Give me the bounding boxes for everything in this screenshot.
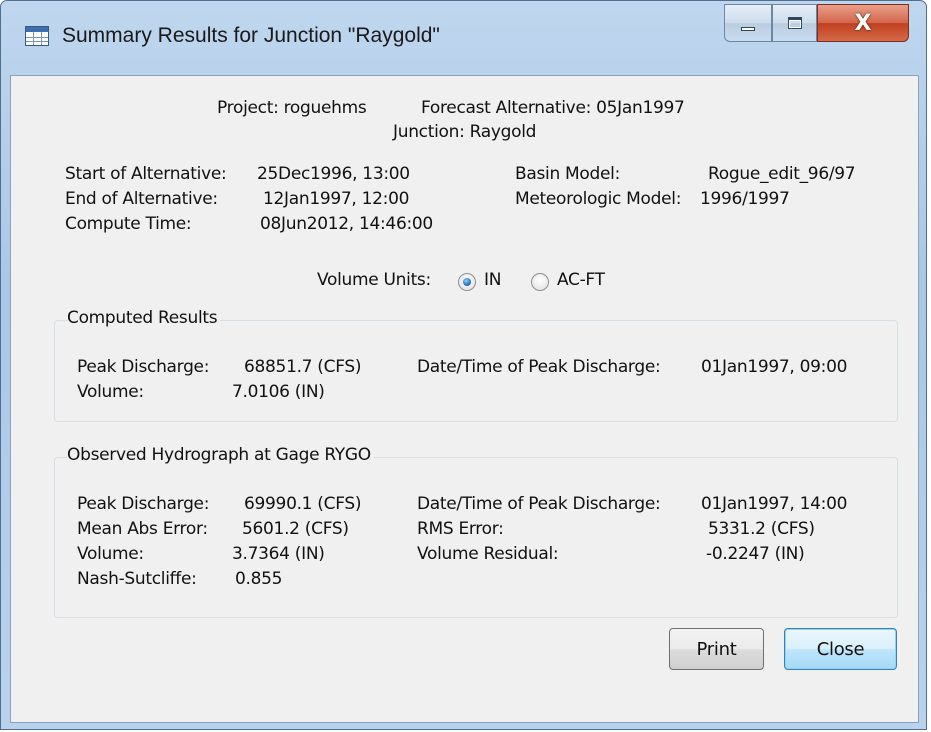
computed-results-title: Computed Results	[67, 308, 221, 328]
computed-peak-time-label: Date/Time of Peak Discharge:	[417, 357, 661, 377]
end-of-alternative-value: 12Jan1997, 12:00	[263, 189, 410, 209]
meteorologic-model-label: Meteorologic Model:	[515, 189, 682, 209]
observed-peak-time-value: 01Jan1997, 14:00	[701, 494, 848, 514]
volume-units-in-label[interactable]: IN	[484, 270, 501, 290]
computed-peak-time-value: 01Jan1997, 09:00	[701, 357, 848, 377]
computed-peak-discharge-value: 68851.7 (CFS)	[244, 357, 362, 377]
observed-peak-discharge-value: 69990.1 (CFS)	[244, 494, 362, 514]
volume-residual-label: Volume Residual:	[417, 544, 559, 564]
dialog-body: Project: roguehms Forecast Alternative: …	[10, 75, 919, 723]
window-title: Summary Results for Junction "Raygold"	[62, 24, 440, 47]
compute-time-label: Compute Time:	[65, 214, 192, 234]
basin-model-label: Basin Model:	[515, 164, 621, 184]
mean-abs-error-value: 5601.2 (CFS)	[242, 519, 349, 539]
volume-units-acft-radio[interactable]	[531, 273, 549, 291]
volume-units-in-radio[interactable]	[458, 273, 476, 291]
title-bar[interactable]: Summary Results for Junction "Raygold" X	[1, 1, 926, 75]
volume-units-acft-label[interactable]: AC-FT	[557, 270, 605, 290]
forecast-alternative-label: Forecast Alternative: 05Jan1997	[421, 98, 685, 118]
close-icon: X	[854, 10, 872, 36]
rms-error-label: RMS Error:	[417, 519, 504, 539]
summary-results-window: Summary Results for Junction "Raygold" X…	[0, 0, 927, 730]
minimize-button[interactable]	[724, 4, 772, 42]
rms-error-value: 5331.2 (CFS)	[708, 519, 815, 539]
computed-volume-label: Volume:	[77, 382, 144, 402]
table-icon	[25, 26, 49, 46]
computed-peak-discharge-label: Peak Discharge:	[77, 357, 210, 377]
close-button[interactable]: Close	[784, 628, 897, 670]
basin-model-value: Rogue_edit_96/97	[708, 164, 856, 184]
nash-sutcliffe-label: Nash-Sutcliffe:	[77, 569, 197, 589]
observed-peak-discharge-label: Peak Discharge:	[77, 494, 210, 514]
observed-volume-value: 3.7364 (IN)	[232, 544, 325, 564]
nash-sutcliffe-value: 0.855	[235, 569, 283, 589]
observed-peak-time-label: Date/Time of Peak Discharge:	[417, 494, 661, 514]
junction-label: Junction: Raygold	[393, 122, 537, 142]
computed-volume-value: 7.0106 (IN)	[232, 382, 325, 402]
mean-abs-error-label: Mean Abs Error:	[77, 519, 208, 539]
observed-hydrograph-title: Observed Hydrograph at Gage RYGO	[67, 445, 374, 465]
observed-volume-label: Volume:	[77, 544, 144, 564]
window-close-button[interactable]: X	[817, 4, 909, 42]
meteorologic-model-value: 1996/1997	[700, 189, 790, 209]
project-label: Project: roguehms	[217, 98, 367, 118]
volume-units-label: Volume Units:	[317, 270, 431, 290]
start-of-alternative-value: 25Dec1996, 13:00	[257, 164, 410, 184]
start-of-alternative-label: Start of Alternative:	[65, 164, 227, 184]
compute-time-value: 08Jun2012, 14:46:00	[260, 214, 433, 234]
minimize-icon	[741, 27, 755, 31]
end-of-alternative-label: End of Alternative:	[65, 189, 218, 209]
volume-residual-value: -0.2247 (IN)	[706, 544, 805, 564]
print-button[interactable]: Print	[669, 628, 764, 670]
maximize-button[interactable]	[772, 4, 817, 42]
maximize-icon	[787, 17, 802, 29]
